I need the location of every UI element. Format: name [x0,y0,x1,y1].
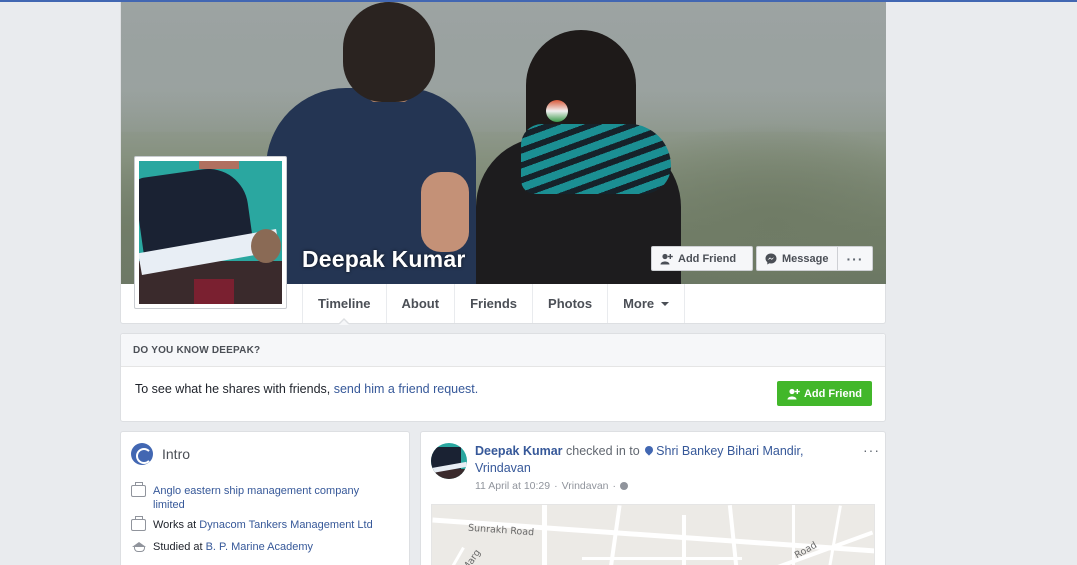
add-friend-green-button[interactable]: Add Friend [777,381,872,406]
tab-friends[interactable]: Friends [455,284,534,323]
friend-suggestion-heading: DO YOU KNOW DEEPAK? [121,334,885,367]
message-label: Message [782,252,829,265]
intro-item-work: Anglo eastern ship management company li… [131,482,381,512]
friend-suggestion-text: To see what he shares with friends, send… [135,382,479,396]
add-friend-label: Add Friend [678,252,737,265]
intro-title: Intro [162,446,191,462]
friend-suggestion-card: DO YOU KNOW DEEPAK? To see what he share… [120,333,886,422]
post-meta: 11 April at 10:29 · Vrindavan · [475,480,629,492]
post-options-button[interactable]: ··· [863,442,880,458]
post-timestamp[interactable]: 11 April at 10:29 [475,480,550,492]
location-pin-icon [643,444,655,456]
profile-picture[interactable] [134,156,287,309]
more-options-button[interactable]: ··· [837,246,873,271]
tab-about[interactable]: About [387,284,456,323]
profile-name[interactable]: Deepak Kumar [302,246,465,273]
workplace-link[interactable]: Anglo eastern ship management company li… [153,485,359,511]
briefcase-icon [131,482,146,497]
intro-card: Intro Anglo eastern ship management comp… [120,431,410,565]
intro-item-education: Studied at B. P. Marine Academy [131,540,401,554]
add-friend-icon [660,253,673,264]
friend-request-link[interactable]: send him a friend request. [334,382,479,396]
tab-timeline[interactable]: Timeline [302,284,387,325]
post-author-link[interactable]: Deepak Kumar [475,444,563,458]
caret-down-icon [661,301,670,306]
post-location-link[interactable]: Vrindavan [562,480,609,492]
tab-photos[interactable]: Photos [533,284,609,323]
profile-tabs: Timeline About Friends Photos More [302,284,686,325]
checkin-map[interactable]: Sunrakh Road Marg Road [431,504,875,565]
intro-item-work: Works at Dynacom Tankers Management Ltd [131,516,401,532]
graduation-cap-icon [131,541,146,553]
message-button[interactable]: Message [756,246,838,271]
profile-header: Deepak Kumar Add Friend Message ··· Time… [120,2,886,325]
post-card: Deepak Kumar checked in to Shri Bankey B… [420,431,886,565]
globe-icon [131,443,153,465]
workplace-link[interactable]: Dynacom Tankers Management Ltd [199,519,372,531]
add-friend-button[interactable]: Add Friend [651,246,753,271]
add-friend-icon [787,388,800,399]
public-globe-icon [620,482,629,490]
post-header: Deepak Kumar checked in to Shri Bankey B… [475,444,804,475]
messenger-icon [765,253,777,264]
tab-more[interactable]: More [608,284,686,323]
school-link[interactable]: B. P. Marine Academy [206,541,313,553]
avatar[interactable] [431,443,467,479]
map-road-label: Marg [460,547,484,565]
briefcase-icon [131,516,146,531]
